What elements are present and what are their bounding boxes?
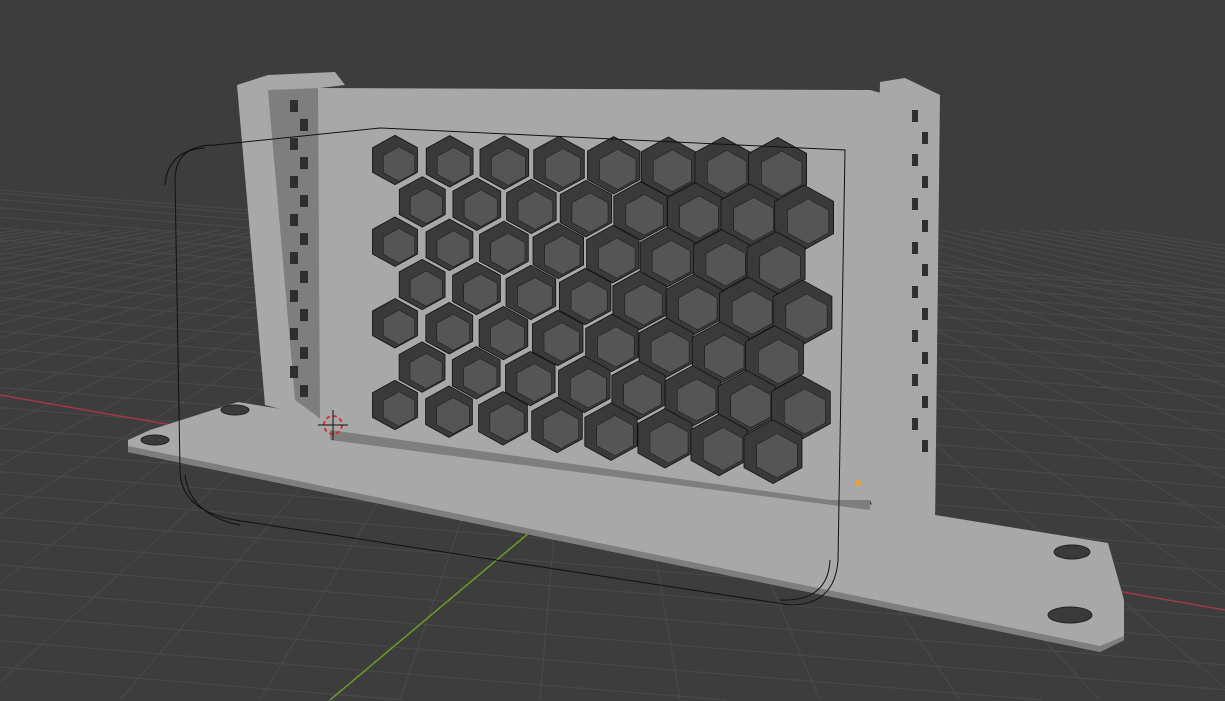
slot-hole — [922, 440, 928, 452]
grid-line — [0, 666, 405, 701]
model-object[interactable] — [128, 72, 1124, 652]
slot-hole — [922, 396, 928, 408]
slot-hole — [912, 154, 918, 166]
slot-hole — [912, 418, 918, 430]
viewport-canvas[interactable] — [0, 0, 1225, 701]
slot-hole — [290, 366, 298, 378]
slot-hole — [290, 290, 298, 302]
slot-hole — [300, 233, 308, 245]
slot-hole — [922, 308, 928, 320]
slot-hole — [300, 347, 308, 359]
grid-line — [0, 640, 726, 701]
mount-hole — [1047, 606, 1093, 624]
slot-hole — [300, 309, 308, 321]
slot-hole — [922, 220, 928, 232]
slot-hole — [922, 264, 928, 276]
slot-hole — [922, 132, 928, 144]
slot-hole — [300, 195, 308, 207]
slot-hole — [912, 198, 918, 210]
hex-hole-grid — [372, 134, 834, 484]
slot-hole — [290, 252, 298, 264]
grid-line — [0, 229, 21, 234]
slot-hole — [300, 271, 308, 283]
slot-hole — [912, 286, 918, 298]
slot-hole — [290, 328, 298, 340]
slot-hole — [300, 157, 308, 169]
3d-viewport[interactable] — [0, 0, 1225, 701]
mount-hole — [140, 434, 170, 446]
slot-hole — [300, 119, 308, 131]
slot-hole — [912, 330, 918, 342]
slot-hole — [912, 242, 918, 254]
grid-line — [1059, 229, 1225, 258]
grid-line — [0, 229, 281, 302]
mount-hole — [220, 404, 250, 416]
slot-hole — [922, 352, 928, 364]
slot-hole — [290, 100, 298, 112]
slot-hole — [290, 138, 298, 150]
grid-line — [1119, 229, 1225, 246]
mount-hole — [1053, 544, 1091, 560]
slot-hole — [290, 214, 298, 226]
grid-line — [959, 229, 1225, 287]
slot-hole — [912, 110, 918, 122]
slot-hole — [300, 385, 308, 397]
slot-hole — [290, 176, 298, 188]
slot-hole — [922, 176, 928, 188]
object-origin-icon — [855, 480, 861, 486]
slot-hole — [912, 374, 918, 386]
